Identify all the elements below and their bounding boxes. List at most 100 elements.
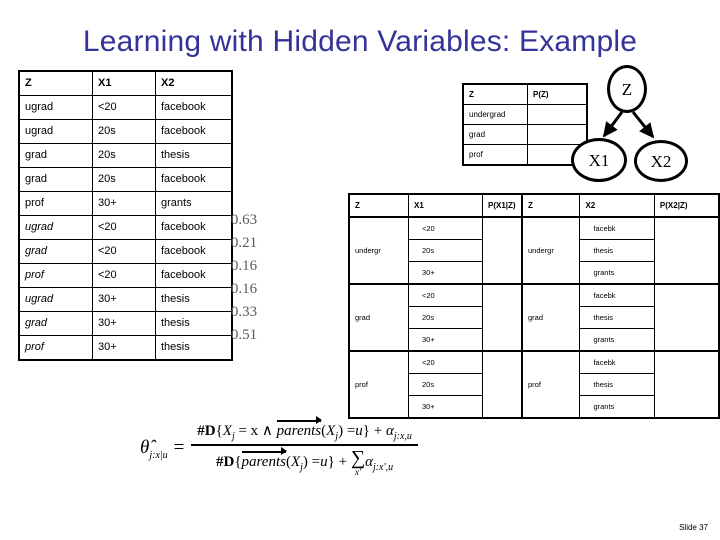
px2z-row: undergr facebk (521, 216, 720, 285)
equals-sign: = (172, 436, 186, 458)
den-summation: ∑ x' (351, 448, 365, 477)
px1z-column-header-x1: X1 (408, 193, 483, 218)
px1z-cell-z: grad (348, 283, 409, 352)
cell-x1: 20s (92, 119, 156, 144)
table-row: ugrad 30+ thesis (18, 287, 233, 312)
inferred-probability-value: 0.63 (230, 212, 258, 228)
px2z-cell-z: prof (521, 350, 581, 419)
num-assignment-u: u (355, 423, 363, 439)
cell-z: ugrad (18, 95, 93, 120)
cell-z: grad (18, 143, 93, 168)
px1z-cell-value: <20 (408, 350, 483, 374)
den-paren-close: ) (302, 453, 308, 470)
px2z-cell-value: grants (579, 328, 655, 352)
cell-x2: thesis (155, 287, 233, 312)
den-parents-arg-x: X (290, 453, 301, 470)
column-header-x2: X2 (155, 70, 233, 96)
px2z-row: grad facebk (521, 283, 720, 352)
num-variable-x-sub: j (231, 431, 235, 442)
px1z-cell-z: undergr (348, 216, 409, 285)
den-assignment-u: u (320, 453, 328, 470)
px1z-cell-value: 20s (408, 239, 483, 262)
px1z-cell-value: 30+ (408, 261, 483, 285)
px2z-cell-value: facebk (579, 283, 655, 307)
table-row: grad <20 facebook (18, 239, 233, 264)
table-row: ugrad 20s facebook (18, 119, 233, 144)
table-row: prof <20 facebook (18, 263, 233, 288)
px2z-cell-value: facebk (579, 350, 655, 374)
table-row: prof 30+ grants (18, 191, 233, 216)
cell-z: prof (18, 191, 93, 216)
theta-subscript: j:x|u (149, 449, 168, 461)
cell-x2: thesis (155, 311, 233, 336)
page-title: Learning with Hidden Variables: Example (82, 25, 638, 58)
cell-x1: 20s (92, 167, 156, 192)
cell-z: ugrad (18, 215, 93, 240)
edge-z-to-x1 (602, 111, 624, 138)
cell-x1: 30+ (92, 191, 156, 216)
pz-cell-z: undergrad (462, 104, 528, 125)
cell-z: ugrad (18, 287, 93, 312)
cell-z: prof (18, 263, 93, 288)
formula-lhs: θ̂j:x|u = (140, 437, 191, 461)
px2z-cell-value: thesis (579, 239, 655, 262)
px2z-row: prof facebk (521, 350, 720, 419)
px2z-column-header-prob: P(X2|Z) (653, 193, 720, 218)
px2z-cell-value: facebk (579, 216, 655, 240)
px2z-cell-value: grants (579, 261, 655, 285)
px2z-cell-probability (653, 283, 720, 352)
px1z-row: grad <20 (348, 283, 547, 352)
den-dataset-d: D (223, 453, 235, 470)
formula-denominator: #D{parents(Xj) =u} + ∑ x' αj:x',u (210, 446, 399, 477)
cell-x1: 30+ (92, 287, 156, 312)
table-row: ugrad <20 facebook (18, 215, 233, 240)
num-equals-and: = x ∧ (238, 423, 273, 439)
network-node-z: Z (607, 65, 647, 113)
network-node-x1: X1 (571, 138, 627, 182)
num-brace-close: } (362, 423, 370, 439)
px1z-cell-value: 30+ (408, 395, 483, 419)
px2z-column-header-x2: X2 (579, 193, 655, 218)
px1z-cell-value: <20 (408, 283, 483, 307)
cell-x1: 30+ (92, 335, 156, 361)
den-equals: = (311, 453, 321, 470)
cell-z: grad (18, 311, 93, 336)
slide-number: Slide 37 (679, 523, 708, 532)
px2z-cell-z: undergr (521, 216, 581, 285)
num-paren-close: ) (338, 423, 344, 439)
px1-given-z-cpt-table: Z X1 P(X1|Z) undergr <20 20s 30+ grad <20 20s 3… (348, 193, 547, 419)
cell-x2: facebook (155, 239, 233, 264)
inferred-probability-value: 0.33 (230, 304, 258, 320)
pz-cell-z: prof (462, 144, 528, 166)
parameter-estimation-formula: θ̂j:x|u = #D{Xj = x ∧ parents(Xj) =u} + … (140, 416, 700, 490)
inferred-probability-value: 0.16 (230, 281, 258, 297)
cell-x1: <20 (92, 95, 156, 120)
cell-z: ugrad (18, 119, 93, 144)
sigma-lower-limit: x' (354, 467, 361, 477)
pz-cell-z: grad (462, 124, 528, 145)
den-alpha: α (365, 453, 373, 470)
cell-x2: facebook (155, 95, 233, 120)
formula-fraction: #D{Xj = x ∧ parents(Xj) =u} + αj:x,u #D{… (191, 416, 418, 477)
cell-x2: thesis (155, 143, 233, 168)
px2z-cell-probability (653, 350, 720, 419)
formula-numerator: #D{Xj = x ∧ parents(Xj) =u} + αj:x,u (191, 416, 418, 444)
px1z-row: undergr <20 (348, 216, 547, 285)
cell-z: grad (18, 167, 93, 192)
inferred-probability-value: 0.21 (230, 235, 258, 251)
bayesian-network-diagram: Z X1 X2 (560, 62, 710, 187)
den-alpha-sub: j:x',u (372, 461, 394, 473)
inferred-probability-value: 0.51 (230, 327, 258, 343)
cell-z: grad (18, 239, 93, 264)
px2-given-z-cpt-table: Z X2 P(X2|Z) undergr facebk thesis grants gr… (521, 193, 720, 419)
table-row: grad 20s facebook (18, 167, 233, 192)
px2z-cell-value: thesis (579, 306, 655, 329)
cell-x2: facebook (155, 167, 233, 192)
px2z-cell-z: grad (521, 283, 581, 352)
cell-x1: 30+ (92, 311, 156, 336)
num-parents-fn: parents (276, 416, 323, 440)
inferred-probability-value: 0.16 (230, 258, 258, 274)
inferred-probability-column: 0.63 0.21 0.16 0.16 0.33 0.51 (222, 209, 266, 347)
sigma-glyph: ∑ (350, 447, 366, 469)
num-alpha: α (385, 423, 394, 439)
